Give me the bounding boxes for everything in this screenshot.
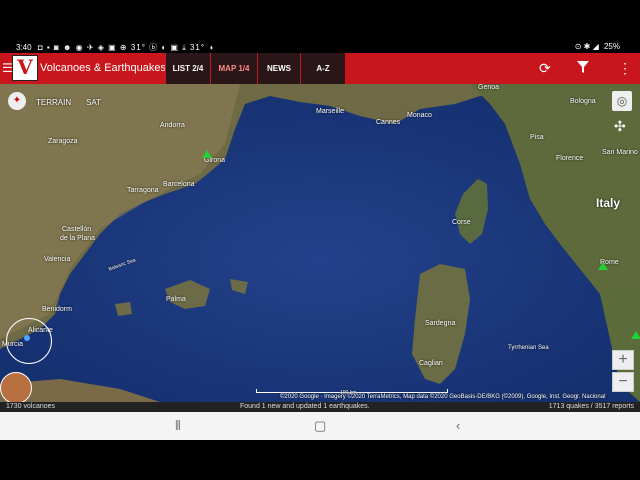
info-bar: 1730 volcanoes Found 1 new and updated 1… bbox=[0, 402, 640, 412]
app-bar: ☰ V Volcanoes & Earthquakes LIST 2/4 MAP… bbox=[0, 53, 640, 84]
status-right: ⊙ ✱ ◢ 25% bbox=[575, 42, 620, 51]
system-nav-bar: ⦀ ▢ ‹ bbox=[0, 412, 640, 440]
city-label: Castellón bbox=[62, 226, 92, 233]
volcano-marker[interactable] bbox=[631, 331, 640, 339]
earthquake-marker[interactable] bbox=[24, 335, 30, 341]
home-icon[interactable]: ▢ bbox=[314, 418, 326, 434]
terrain-toggle[interactable]: TERRAIN bbox=[36, 98, 71, 107]
tab-news-label: NEWS bbox=[267, 64, 291, 73]
my-location-icon[interactable]: ◎ bbox=[612, 91, 632, 111]
logo-letter: V bbox=[17, 55, 33, 79]
tab-map[interactable]: MAP 1/4 bbox=[210, 53, 257, 84]
city-label: Cannes bbox=[376, 119, 401, 126]
map-view[interactable]: ✦ TERRAIN SAT Andorra Zaragoza Girona Ta… bbox=[0, 84, 640, 402]
region-label: Corse bbox=[452, 219, 471, 226]
city-label: Barcelona bbox=[163, 181, 195, 188]
update-message: Found 1 new and updated 1 earthquakes. bbox=[240, 403, 370, 410]
volcano-count: 1730 volcanoes bbox=[6, 403, 56, 410]
compass-rose-icon[interactable]: ✣ bbox=[614, 118, 626, 135]
city-label: Bologna bbox=[570, 98, 596, 105]
back-icon[interactable]: ‹ bbox=[456, 418, 460, 433]
city-label: Palma bbox=[166, 296, 186, 303]
city-label: Girona bbox=[204, 157, 226, 164]
map-attribution: ©2020 Google · Imagery ©2020 TerraMetric… bbox=[280, 394, 606, 400]
recent-apps-icon[interactable]: ⦀ bbox=[175, 418, 181, 434]
tab-news[interactable]: NEWS bbox=[257, 53, 300, 84]
tab-map-label: MAP 1/4 bbox=[218, 64, 250, 73]
sea-label: Tyrrhenian Sea bbox=[508, 345, 549, 351]
app-logo[interactable]: V bbox=[12, 55, 38, 81]
notification-icons: ◘ ▪ ◙ ☻ ◉ ✈ ◈ ▣ ⊕ 31° ⓑ ◐ ▣ ⤓ 31° ◑ bbox=[37, 43, 215, 52]
system-icons: ⊙ ✱ ◢ bbox=[574, 42, 599, 51]
status-bar: 3:40 ◘ ▪ ◙ ☻ ◉ ✈ ◈ ▣ ⊕ 31° ⓑ ◐ ▣ ⤓ 31° ◑… bbox=[0, 40, 640, 53]
tab-list-label: LIST 2/4 bbox=[172, 64, 204, 73]
city-label: Monaco bbox=[407, 112, 432, 119]
city-label: Valencia bbox=[44, 256, 71, 263]
battery-level: 25% bbox=[603, 42, 620, 51]
city-label: Benidorm bbox=[42, 306, 72, 313]
map-terrain bbox=[0, 84, 640, 402]
city-label: San Marino bbox=[602, 149, 638, 156]
earthquake-radius[interactable] bbox=[6, 318, 52, 364]
city-label: Tarragona bbox=[127, 187, 159, 194]
region-label: Sardegna bbox=[425, 320, 456, 327]
city-label: Zaragoza bbox=[48, 138, 78, 145]
compass-icon[interactable]: ✦ bbox=[8, 92, 26, 110]
tab-a-z-label: A-Z bbox=[316, 64, 330, 73]
city-label: Andorra bbox=[160, 122, 185, 129]
more-options-icon[interactable]: ⋮ bbox=[618, 60, 632, 77]
status-time: 3:40 bbox=[16, 43, 32, 52]
city-label: Florence bbox=[556, 155, 584, 162]
status-left: 3:40 ◘ ▪ ◙ ☻ ◉ ✈ ◈ ▣ ⊕ 31° ⓑ ◐ ▣ ⤓ 31° ◑ bbox=[16, 42, 214, 53]
quake-count: 1713 quakes / 3517 reports bbox=[548, 403, 634, 410]
city-label: de la Plana bbox=[60, 235, 96, 242]
tab-a-z[interactable]: A-Z bbox=[300, 53, 345, 84]
refresh-icon[interactable]: ⟳ bbox=[539, 60, 551, 77]
city-label: Cagliari bbox=[419, 360, 443, 367]
city-label: Genoa bbox=[478, 84, 500, 91]
city-label: Pisa bbox=[530, 134, 544, 141]
satellite-toggle[interactable]: SAT bbox=[86, 98, 101, 107]
avatar[interactable] bbox=[0, 372, 32, 402]
app-title: Volcanoes & Earthquakes bbox=[40, 62, 166, 74]
city-label: Marseille bbox=[316, 108, 345, 115]
volcano-marker[interactable] bbox=[202, 150, 212, 158]
tab-list[interactable]: LIST 2/4 bbox=[165, 53, 210, 84]
filter-icon[interactable] bbox=[576, 60, 590, 77]
zoom-in-button[interactable]: + bbox=[612, 350, 634, 370]
zoom-out-button[interactable]: − bbox=[612, 372, 634, 392]
country-label: Italy bbox=[596, 196, 621, 210]
volcano-marker[interactable] bbox=[598, 262, 608, 270]
